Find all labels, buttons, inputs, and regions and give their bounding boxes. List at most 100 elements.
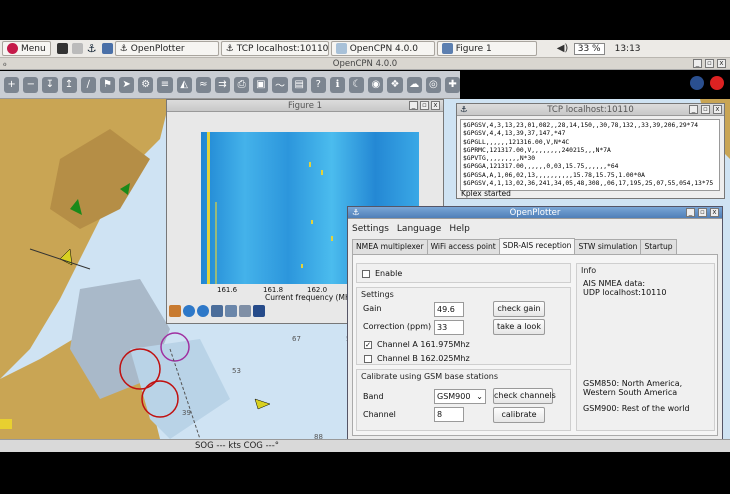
tide-icon[interactable]: ≈ <box>195 76 211 93</box>
current-icon[interactable]: ⇉ <box>214 76 231 93</box>
take-a-look-button[interactable]: take a look <box>493 319 545 335</box>
forward-icon[interactable] <box>197 305 209 317</box>
opencpn-app-icon: ℴ <box>3 59 7 68</box>
nmea-log[interactable]: $GPGSV,4,3,13,23,01,082,,28,14,150,,30,7… <box>460 119 720 191</box>
info-gsm850: GSM850: North America, Western South Ame… <box>583 379 683 397</box>
raspberry-icon <box>7 43 18 54</box>
tab-sdr-ais-reception[interactable]: SDR-AIS reception <box>498 238 576 254</box>
minimize-button[interactable]: _ <box>693 59 702 68</box>
tab-wifi-access-point[interactable]: WiFi access point <box>426 239 500 254</box>
tcp-titlebar[interactable]: ⚓ TCP localhost:10110 _ ▫ x <box>457 104 724 116</box>
opencpn-title: OpenCPN 4.0.0 <box>332 59 398 69</box>
back-icon[interactable] <box>183 305 195 317</box>
lifebuoy-icon[interactable]: ◎ <box>425 76 441 93</box>
waypoint-icon[interactable]: ⚑ <box>99 76 116 93</box>
menu-label: Menu <box>21 43 46 54</box>
configure-icon[interactable] <box>239 305 251 317</box>
band-select[interactable]: GSM900 ⌄ <box>434 389 486 404</box>
track-icon[interactable]: 〜 <box>272 76 288 93</box>
task-figure[interactable]: Figure 1 <box>436 41 537 56</box>
check-channels-button[interactable]: check channels <box>493 388 556 404</box>
volume-icon[interactable]: ◀) <box>557 43 569 54</box>
zoom-out-icon[interactable]: − <box>23 76 39 93</box>
openplotter-titlebar[interactable]: ⚓ OpenPlotter _ ▫ x <box>348 207 722 219</box>
maximize-button[interactable]: ▫ <box>698 208 707 217</box>
calibrate-button[interactable]: calibrate <box>493 407 545 423</box>
info-text: UDP localhost:10110 <box>583 288 667 297</box>
maximize-button[interactable]: ▫ <box>701 105 710 114</box>
ais-target <box>254 398 271 410</box>
close-button[interactable]: x <box>717 59 726 68</box>
night-icon[interactable]: ☾ <box>349 76 365 93</box>
text-icon[interactable]: ≡ <box>157 76 173 93</box>
menu-settings[interactable]: Settings <box>352 224 389 234</box>
figure-titlebar[interactable]: Figure 1 _ ▫ x <box>167 100 443 112</box>
maximize-button[interactable]: ▫ <box>420 101 429 110</box>
channel-b-label: Channel B 162.025Mhz <box>377 354 470 363</box>
menu-language[interactable]: Language <box>397 224 441 234</box>
ais-icon[interactable]: ◭ <box>176 76 192 93</box>
depth-label: 53 <box>232 367 241 375</box>
dashboard-icon[interactable]: ◉ <box>368 76 384 93</box>
gain-input[interactable]: 49.6 <box>434 302 464 317</box>
minimize-button[interactable]: _ <box>689 105 698 114</box>
menu-button[interactable]: Menu <box>2 41 51 56</box>
home-icon[interactable] <box>169 305 181 317</box>
zoom-in-icon[interactable]: + <box>4 76 20 93</box>
channel-a-checkbox[interactable]: ✓ <box>364 341 372 349</box>
follow-icon[interactable]: ➤ <box>119 76 135 93</box>
scale-in-icon[interactable]: ↧ <box>42 76 58 93</box>
info-icon[interactable]: ℹ <box>329 76 346 93</box>
channel-b-checkbox[interactable] <box>364 355 372 363</box>
channel-input[interactable]: 8 <box>434 407 464 422</box>
signal-blip <box>311 220 313 224</box>
minimize-button[interactable]: _ <box>686 208 695 217</box>
figure-title: Figure 1 <box>287 101 323 111</box>
file-manager-icon[interactable] <box>71 43 83 54</box>
minimize-button[interactable]: _ <box>409 101 418 110</box>
menu-help[interactable]: Help <box>449 224 470 234</box>
close-button[interactable]: x <box>713 105 722 114</box>
route-manager-icon[interactable]: ▣ <box>253 76 269 93</box>
layer-icon[interactable]: ▤ <box>291 76 307 93</box>
print-icon[interactable]: ⎙ <box>234 76 250 93</box>
tcp-window: ⚓ TCP localhost:10110 _ ▫ x $GPGSV,4,3,1… <box>456 103 725 199</box>
tab-startup[interactable]: Startup <box>640 239 677 254</box>
task-opencpn[interactable]: OpenCPN 4.0.0 <box>330 41 435 56</box>
openplotter-tabs: NMEA multiplexer WiFi access point SDR-A… <box>352 238 677 254</box>
route-icon[interactable]: ∕ <box>80 76 96 93</box>
help-icon[interactable]: ? <box>310 76 326 93</box>
pan-icon[interactable] <box>211 305 223 317</box>
tab-stw-simulation[interactable]: STW simulation <box>574 239 642 254</box>
enable-checkbox[interactable] <box>362 270 370 278</box>
figure-icon <box>441 43 453 54</box>
grib-icon[interactable]: ❖ <box>387 76 403 93</box>
save-icon[interactable] <box>253 305 265 317</box>
check-gain-button[interactable]: check gain <box>493 301 545 317</box>
nmea-line: $GPGSV,4,3,13,23,01,082,,28,14,150,,30,7… <box>463 122 699 129</box>
info-gsm900: GSM900: Rest of the world <box>583 404 690 413</box>
mob-icon[interactable]: ✚ <box>444 76 461 93</box>
correction-input[interactable]: 33 <box>434 320 464 335</box>
terminal-icon[interactable] <box>56 43 68 54</box>
task-openplotter[interactable]: ⚓ OpenPlotter <box>114 41 219 56</box>
weather-icon[interactable]: ☁ <box>406 76 422 93</box>
opencpn-toolbar: + − ↧ ↥ ∕ ⚑ ➤ ⚙ ≡ ◭ ≈ ⇉ ⎙ ▣ 〜 ▤ ? ℹ ☾ ◉ … <box>0 71 461 99</box>
signal-blip <box>301 264 303 268</box>
maximize-button[interactable]: ▫ <box>705 59 714 68</box>
nmea-line: $GPRMC,121317.00,V,,,,,,,,240215,,,N*7A <box>463 146 611 154</box>
task-tcp[interactable]: ⚓ TCP localhost:10110 <box>220 41 329 56</box>
x-tick-label: 161.6 <box>217 286 238 294</box>
tcp-status: Kplex started <box>461 189 511 198</box>
scale-out-icon[interactable]: ↥ <box>61 76 77 93</box>
close-button[interactable]: x <box>431 101 440 110</box>
info-text: AIS NMEA data: <box>583 279 646 288</box>
compass-icon[interactable] <box>690 76 704 90</box>
edit-icon[interactable] <box>101 43 113 54</box>
anchor-icon[interactable]: ⚓ <box>87 43 98 54</box>
settings-icon[interactable]: ⚙ <box>138 76 154 93</box>
close-button[interactable]: x <box>710 208 719 217</box>
settings-group: Settings Gain 49.6 check gain Correction… <box>356 287 571 365</box>
zoom-rect-icon[interactable] <box>225 305 237 317</box>
tab-nmea-multiplexer[interactable]: NMEA multiplexer <box>352 239 428 254</box>
